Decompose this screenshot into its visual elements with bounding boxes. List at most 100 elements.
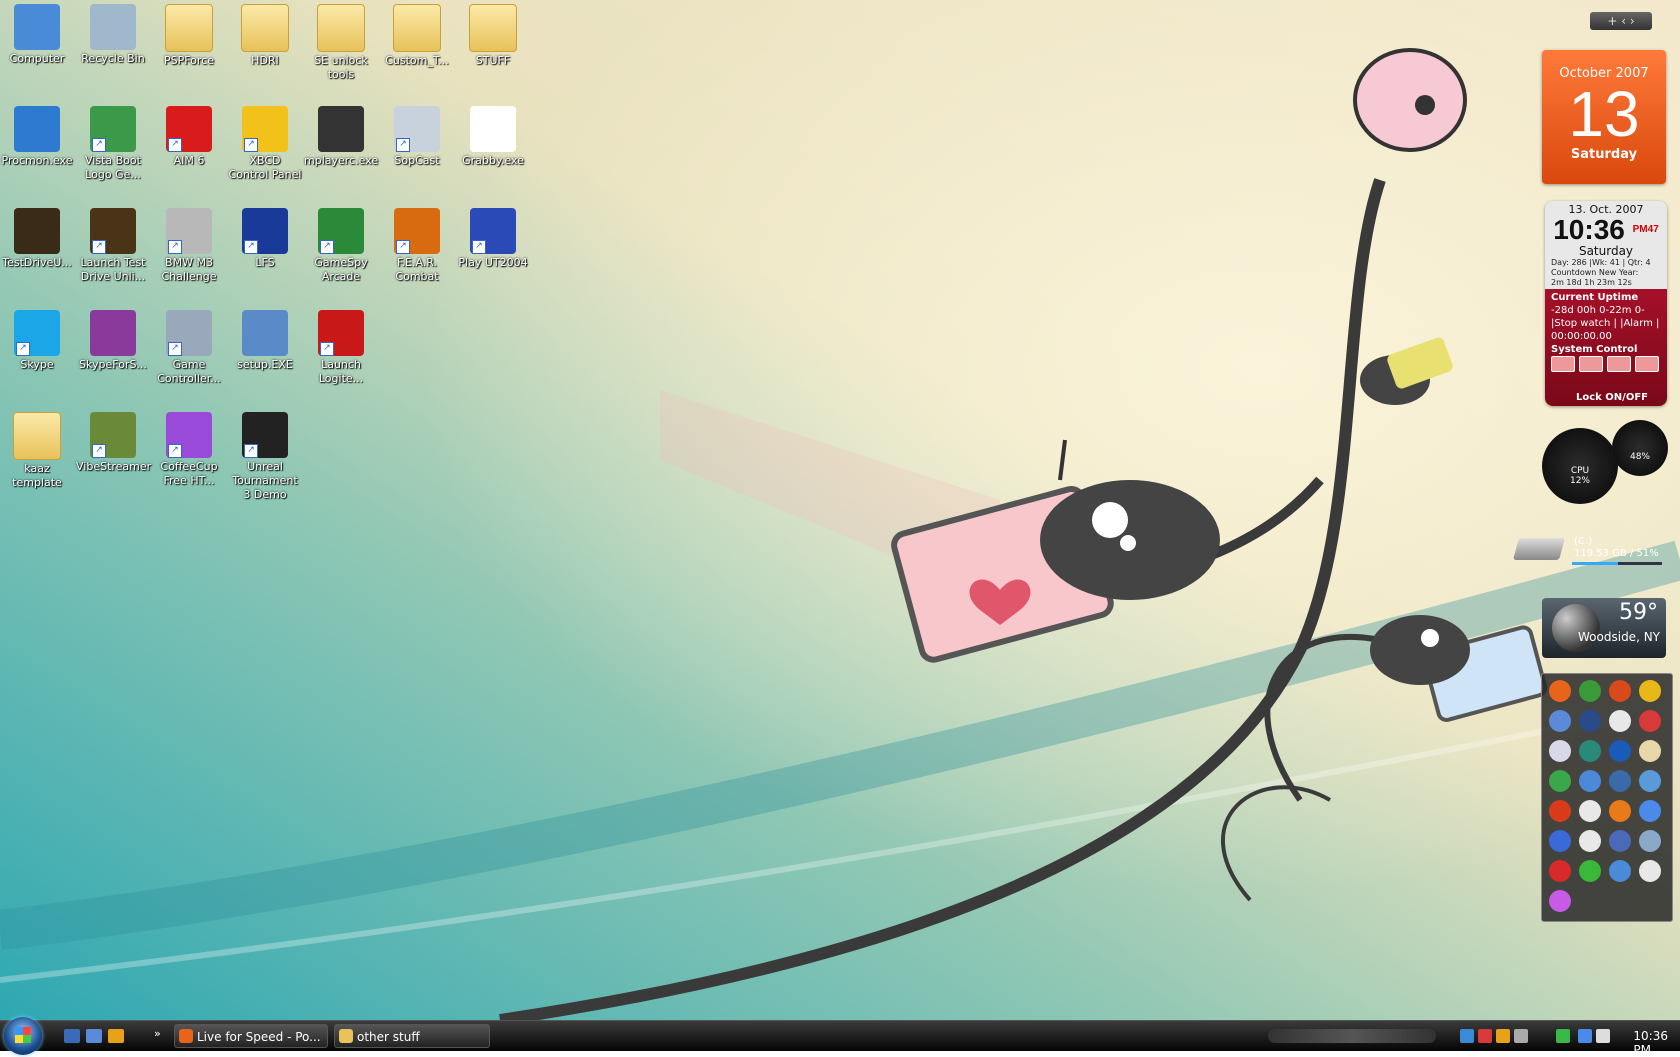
desktop-icon[interactable]: ↗ BMW M3 Challenge xyxy=(152,204,226,284)
launcher-app-icon[interactable] xyxy=(1609,830,1631,852)
lock-toggle-button[interactable]: Lock ON/OFF xyxy=(1545,391,1667,404)
desktop-icon[interactable]: ↗ F.E.A.R. Combat xyxy=(380,204,454,284)
launcher-app-icon[interactable] xyxy=(1639,830,1661,852)
start-button[interactable] xyxy=(4,1017,42,1055)
launcher-app-icon[interactable] xyxy=(1639,680,1661,702)
desktop-icon-label: Custom_T... xyxy=(385,54,449,67)
desktop-icon[interactable]: TestDriveU... xyxy=(0,204,74,270)
taskbar-button[interactable]: Live for Speed - Po... xyxy=(174,1024,328,1048)
desktop-icon[interactable]: ↗ SopCast xyxy=(380,102,454,168)
desktop-icon[interactable]: ↗ Skype xyxy=(0,306,74,372)
desktop-icon[interactable]: ↗ Unreal Tournament 3 Demo xyxy=(228,408,302,502)
drive-meter-gadget[interactable]: (C:) 119.53 GB / 51% xyxy=(1513,532,1666,570)
grabby-icon xyxy=(470,106,516,152)
desktop-icon[interactable]: SE unlock tools xyxy=(304,0,378,82)
firefox-icon xyxy=(179,1029,193,1043)
show-desktop-icon[interactable] xyxy=(64,1029,80,1043)
clock-gadget[interactable]: 13. Oct. 2007 10:36 PM47 Saturday Day: 2… xyxy=(1545,201,1667,406)
launcher-app-icon[interactable] xyxy=(1549,890,1571,912)
weather-gadget[interactable]: 59° Woodside, NY xyxy=(1542,598,1666,658)
desktop-icon[interactable]: HDRI xyxy=(228,0,302,68)
volume-icon[interactable] xyxy=(1514,1029,1528,1043)
launcher-app-icon[interactable] xyxy=(1549,740,1571,762)
desktop-icon[interactable]: ↗ Play UT2004 xyxy=(456,204,530,270)
launcher-app-icon[interactable] xyxy=(1579,770,1601,792)
desktop-icon[interactable]: PSPForce xyxy=(152,0,226,68)
restart-icon[interactable] xyxy=(1607,356,1631,372)
stopwatch-alarm-buttons[interactable]: |Stop watch | |Alarm | xyxy=(1545,317,1667,330)
launcher-app-icon[interactable] xyxy=(1549,800,1571,822)
launcher-app-icon[interactable] xyxy=(1549,860,1571,882)
pink-creature xyxy=(1353,48,1467,152)
key-icon[interactable] xyxy=(1635,356,1659,372)
desktop-icon[interactable]: ↗ AIM 6 xyxy=(152,102,226,168)
sidebar-controls[interactable]: + ‹ › xyxy=(1590,12,1652,30)
security-icon[interactable] xyxy=(1478,1029,1492,1043)
desktop-icon[interactable]: ↗ CoffeeCup Free HT... xyxy=(152,408,226,488)
desktop-icon-label: XBCD Control Panel xyxy=(228,154,302,181)
calendar-gadget[interactable]: October 2007 13 Saturday xyxy=(1542,50,1666,184)
desktop-icon-label: VibeStreamer xyxy=(76,460,152,473)
quicklaunch-overflow-icon[interactable]: » xyxy=(154,1027,161,1040)
launcher-app-icon[interactable] xyxy=(1639,860,1661,882)
desktop-icon[interactable]: ↗ VibeStreamer xyxy=(76,408,152,474)
launcher-app-icon[interactable] xyxy=(1639,800,1661,822)
desktop-icon[interactable]: SkypeForS... xyxy=(76,306,150,372)
desktop-icon-label: Procmon.exe xyxy=(1,154,73,167)
desktop-icon[interactable]: Grabby.exe xyxy=(456,102,530,168)
network-icon[interactable] xyxy=(1460,1029,1474,1043)
launcher-app-icon[interactable] xyxy=(1549,680,1571,702)
launcher-app-icon[interactable] xyxy=(1609,680,1631,702)
launcher-app-icon[interactable] xyxy=(1579,740,1601,762)
desktop-icon[interactable]: setup.EXE xyxy=(228,306,302,372)
cpu-meter-gadget[interactable]: CPU 12% 48% xyxy=(1542,420,1668,512)
launcher-app-icon[interactable] xyxy=(1549,830,1571,852)
clock-info-day: Day: 286 |Wk: 41 | Qtr: 4 xyxy=(1551,258,1651,267)
desktop-icon-label: PSPForce xyxy=(163,54,214,67)
media-controls[interactable] xyxy=(1268,1029,1436,1043)
desktop-icon[interactable]: Custom_T... xyxy=(380,0,454,68)
uptime-value: -28d 00h 0-22m 0- xyxy=(1551,305,1645,316)
desktop-icon[interactable]: mplayerc.exe xyxy=(304,102,378,168)
launcher-app-icon[interactable] xyxy=(1639,740,1661,762)
taskbar-button-label: Live for Speed - Po... xyxy=(197,1030,321,1044)
desktop-icon[interactable]: ↗ Game Controller... xyxy=(152,306,226,386)
desktop-icon[interactable]: ↗ Vista Boot Logo Ge... xyxy=(76,102,150,182)
launcher-app-icon[interactable] xyxy=(1609,710,1631,732)
launcher-app-icon[interactable] xyxy=(1579,830,1601,852)
launcher-app-icon[interactable] xyxy=(1579,800,1601,822)
desktop-icon[interactable]: ↗ GameSpy Arcade xyxy=(304,204,378,284)
launcher-app-icon[interactable] xyxy=(1549,710,1571,732)
desktop-icon[interactable]: Recycle Bin xyxy=(76,0,150,66)
launcher-app-icon[interactable] xyxy=(1639,710,1661,732)
launcher-app-icon[interactable] xyxy=(1609,860,1631,882)
launcher-app-icon[interactable] xyxy=(1549,770,1571,792)
switch-windows-icon[interactable] xyxy=(86,1029,102,1043)
desktop-icon[interactable]: ↗ Launch Test Drive Unli... xyxy=(76,204,150,284)
desktop-icon[interactable]: Procmon.exe xyxy=(0,102,74,168)
update-icon[interactable] xyxy=(1496,1029,1510,1043)
battery-icon[interactable] xyxy=(1556,1029,1570,1043)
launcher-app-icon[interactable] xyxy=(1579,680,1601,702)
desktop-icon[interactable]: kaaz template xyxy=(0,408,74,490)
sleep-icon[interactable] xyxy=(1551,356,1575,372)
display-icon[interactable] xyxy=(1578,1029,1592,1043)
desktop-icon[interactable]: ↗ Launch Logite... xyxy=(304,306,378,386)
media-player-icon[interactable] xyxy=(108,1029,124,1043)
launcher-app-icon[interactable] xyxy=(1579,710,1601,732)
launcher-app-icon[interactable] xyxy=(1609,740,1631,762)
desktop-icon[interactable]: Computer xyxy=(0,0,74,66)
desktop-icon[interactable]: STUFF xyxy=(456,0,530,68)
taskbar-clock[interactable]: 10:36 PM xyxy=(1633,1029,1668,1057)
desktop-icon[interactable]: ↗ LFS xyxy=(228,204,302,270)
power-icon[interactable] xyxy=(1579,356,1603,372)
taskbar-button[interactable]: other stuff xyxy=(334,1024,490,1048)
launcher-app-icon[interactable] xyxy=(1609,770,1631,792)
launcher-app-icon[interactable] xyxy=(1609,800,1631,822)
speaker-icon[interactable] xyxy=(1596,1029,1610,1043)
shortcut-arrow-icon: ↗ xyxy=(472,240,486,254)
launcher-app-icon[interactable] xyxy=(1579,860,1601,882)
desktop-icon-label: GameSpy Arcade xyxy=(314,256,368,283)
launcher-app-icon[interactable] xyxy=(1639,770,1661,792)
desktop-icon[interactable]: ↗ XBCD Control Panel xyxy=(228,102,302,182)
